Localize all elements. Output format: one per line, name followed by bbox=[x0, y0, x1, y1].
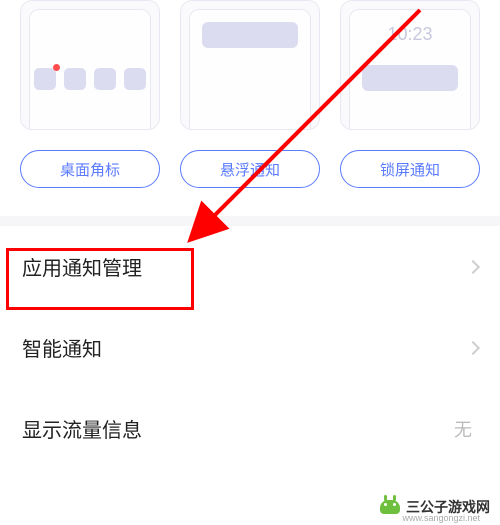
badge-dot-icon bbox=[53, 64, 60, 71]
section-divider bbox=[0, 216, 500, 226]
list-item-label: 智能通知 bbox=[22, 333, 102, 362]
app-notification-management-item[interactable]: 应用通知管理 bbox=[0, 226, 500, 307]
notification-style-buttons: 桌面角标 悬浮通知 锁屏通知 bbox=[0, 130, 500, 198]
lock-bar-icon bbox=[362, 65, 458, 91]
list-item-label: 显示流量信息 bbox=[22, 414, 142, 443]
floating-bar-icon bbox=[202, 22, 298, 48]
preview-desktop-badge[interactable] bbox=[20, 0, 160, 130]
show-traffic-info-item[interactable]: 显示流量信息 无 bbox=[0, 388, 500, 469]
desktop-badge-button[interactable]: 桌面角标 bbox=[20, 150, 160, 188]
list-item-value: 无 bbox=[454, 420, 472, 440]
notification-style-previews: 10:23 bbox=[0, 0, 500, 130]
floating-notification-button[interactable]: 悬浮通知 bbox=[180, 150, 320, 188]
chevron-right-icon bbox=[466, 259, 480, 273]
lockscreen-notification-button[interactable]: 锁屏通知 bbox=[340, 150, 480, 188]
preview-floating-notification[interactable] bbox=[180, 0, 320, 130]
list-item-label: 应用通知管理 bbox=[22, 252, 142, 281]
lock-time: 10:23 bbox=[350, 24, 470, 45]
chevron-right-icon bbox=[466, 340, 480, 354]
android-icon bbox=[380, 500, 400, 514]
watermark-url: www.sangongzi.net bbox=[402, 513, 480, 523]
preview-lockscreen-notification[interactable]: 10:23 bbox=[340, 0, 480, 130]
smart-notification-item[interactable]: 智能通知 bbox=[0, 307, 500, 388]
watermark: 三公子游戏网 www.sangongzi.net bbox=[380, 497, 490, 517]
